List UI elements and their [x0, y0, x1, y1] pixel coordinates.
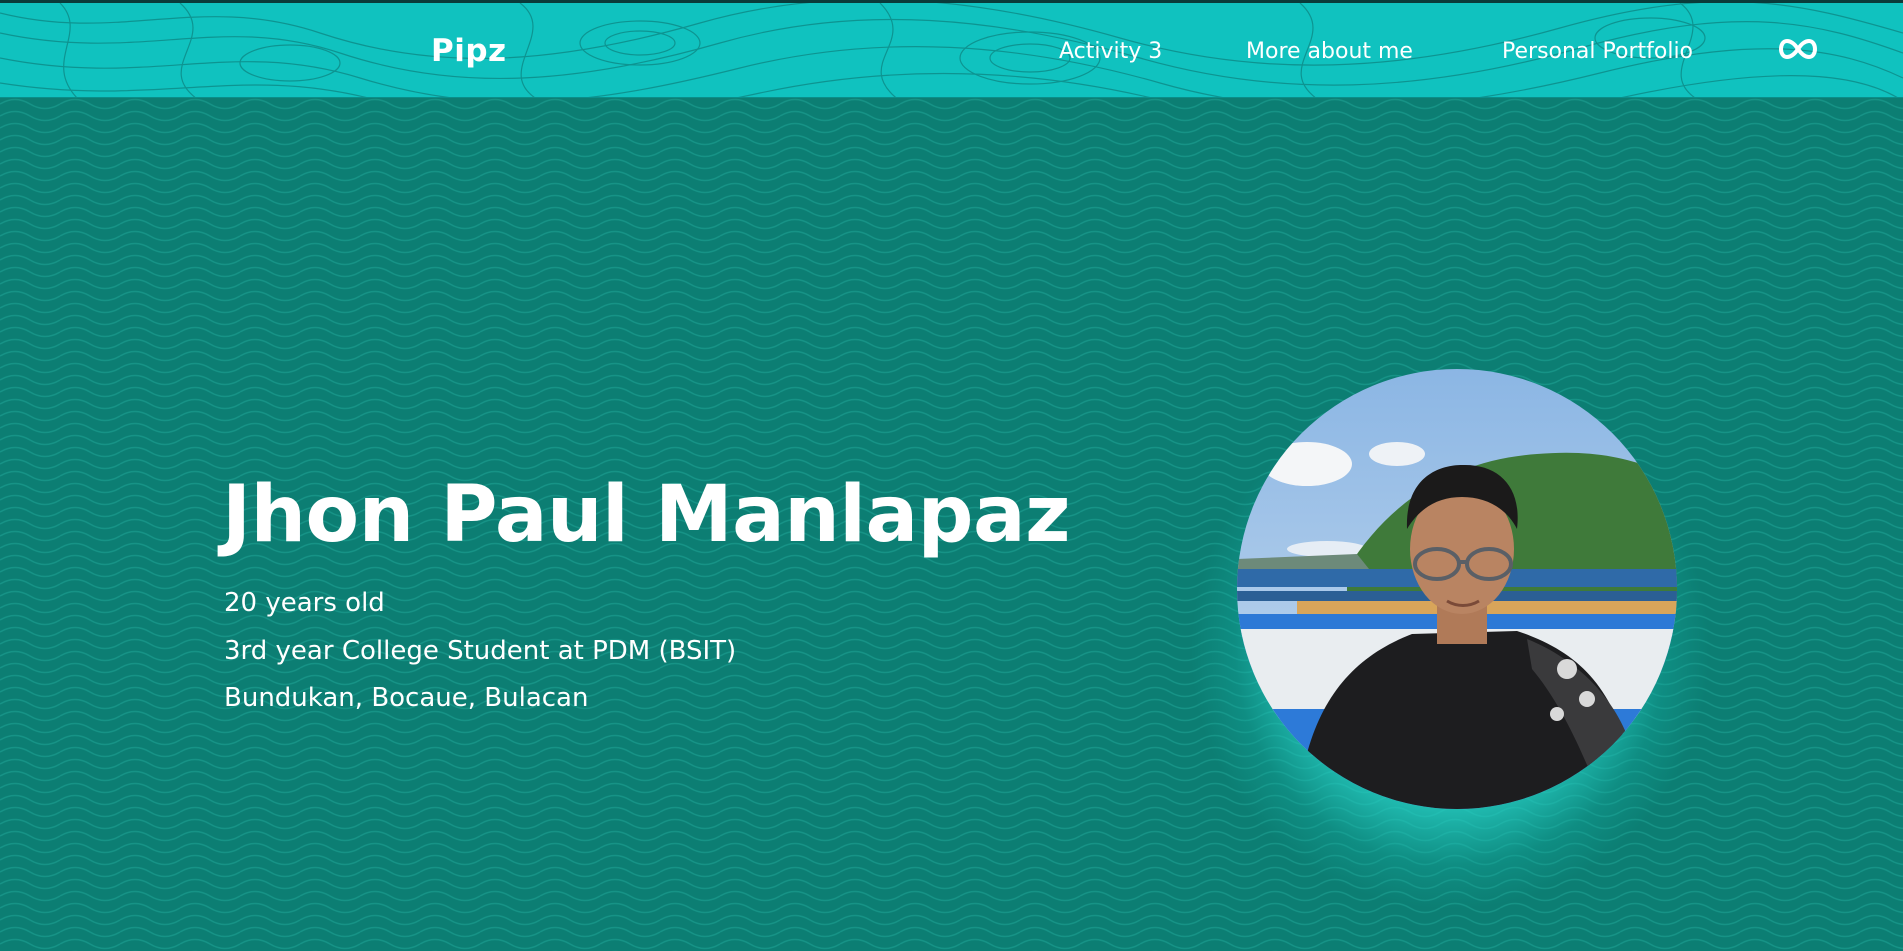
profile-photo: [1237, 369, 1677, 809]
nav-link-more-about-me[interactable]: More about me: [1246, 39, 1413, 64]
profile-age: 20 years old: [224, 588, 385, 618]
nav-link-activity[interactable]: Activity 3: [1059, 39, 1162, 64]
profile-school: 3rd year College Student at PDM (BSIT): [224, 636, 737, 666]
infinity-icon[interactable]: [1778, 37, 1818, 65]
hero-section: Jhon Paul Manlapaz 20 years old 3rd year…: [0, 98, 1903, 951]
profile-address: Bundukan, Bocaue, Bulacan: [224, 683, 589, 713]
nav-link-personal-portfolio[interactable]: Personal Portfolio: [1502, 39, 1693, 64]
brand-logo[interactable]: Pipz: [431, 33, 507, 69]
top-navbar: Pipz Activity 3 More about me Personal P…: [0, 0, 1903, 98]
profile-name: Jhon Paul Manlapaz: [222, 470, 1070, 560]
